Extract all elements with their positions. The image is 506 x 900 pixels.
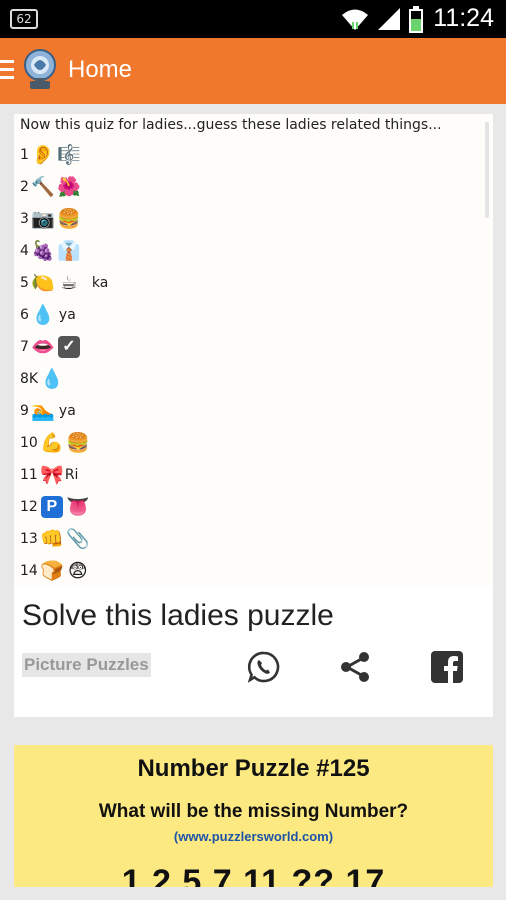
row-number: 11	[20, 467, 38, 483]
number-puzzle-question: What will be the missing Number?	[98, 801, 409, 822]
row-text: Ri	[64, 467, 79, 483]
puzzle-row: 2 🔨 🌺	[20, 172, 82, 202]
paperclip-icon: 📎	[65, 528, 90, 550]
puzzle-row: 14 🍞 😨	[20, 556, 91, 586]
check-box-icon: ✓	[56, 334, 82, 360]
hamburger-icon: 🍔	[57, 208, 81, 230]
puzzle-row: 5 🍋 ☕ ka	[20, 268, 108, 298]
bread-icon: 🍞	[39, 560, 64, 582]
row-number: 14	[20, 563, 38, 579]
camera-icon: 📷	[31, 208, 55, 230]
puzzle-row: 11 🎀 Ri	[20, 460, 78, 490]
row-number: 13	[20, 531, 38, 547]
notification-icon: 62	[10, 9, 38, 29]
row-number: 5	[20, 275, 29, 291]
droplet-icon: 💧	[40, 368, 64, 390]
puzzle-image[interactable]: Now this quiz for ladies...guess these l…	[14, 114, 493, 586]
signal-icon	[378, 8, 400, 30]
number-puzzle-url: (www.puzzlersworld.com)	[173, 829, 334, 844]
number-puzzle-title: Number Puzzle #125	[137, 755, 370, 782]
lemon-icon: 🍋	[31, 272, 55, 294]
image-scrollbar	[485, 122, 489, 218]
number-puzzle-card[interactable]: Number Puzzle #125 What will be the miss…	[14, 745, 493, 887]
puzzle-row: 1 👂 🎼	[20, 140, 82, 170]
row-number: 6	[20, 307, 29, 323]
fearful-face-icon: 😨	[67, 560, 88, 582]
puzzle-row: 4 🍇 👔	[20, 236, 82, 266]
battery-icon	[409, 6, 423, 33]
flexed-biceps-icon: 💪	[39, 432, 64, 454]
puzzle-row: 10 💪 🍔	[20, 428, 91, 458]
clock: 11:24	[433, 4, 494, 32]
row-text: ya	[58, 403, 76, 419]
music-score-icon: 🎼	[57, 144, 81, 166]
row-number: 3	[20, 211, 29, 227]
puzzle-row: 13 👊 📎	[20, 524, 91, 554]
row-number: 2	[20, 179, 29, 195]
hibiscus-icon: 🌺	[57, 176, 81, 198]
share-icon[interactable]	[337, 649, 373, 685]
card-title[interactable]: Solve this ladies puzzle	[22, 599, 334, 633]
hamburger-icon: 🍔	[65, 432, 90, 454]
ear-icon: 👂	[31, 144, 55, 166]
wifi-icon	[342, 9, 368, 30]
parking-sign-icon: P	[39, 494, 65, 520]
menu-icon[interactable]	[0, 60, 16, 82]
category-tag[interactable]: Picture Puzzles	[22, 653, 151, 677]
row-text: ya	[58, 307, 76, 323]
puzzle-row: 7 👄 ✓	[20, 332, 82, 362]
swimmer-icon: 🏊	[31, 400, 55, 422]
puzzle-intro: Now this quiz for ladies...guess these l…	[20, 117, 442, 133]
droplet-icon: 💧	[31, 304, 55, 326]
lips-icon: 👄	[31, 336, 55, 358]
row-number: 8K	[20, 371, 39, 387]
puzzle-row: 3 📷 🍔	[20, 204, 82, 234]
coffee-icon: ☕	[60, 272, 78, 294]
tongue-icon: 👅	[65, 496, 90, 518]
row-number: 4	[20, 243, 29, 259]
puzzle-row: 9 🏊 ya	[20, 396, 76, 426]
row-number: 10	[20, 435, 38, 451]
facebook-icon[interactable]	[429, 649, 465, 685]
ribbon-icon: 🎀	[39, 464, 64, 486]
row-text: ka	[91, 275, 109, 291]
grapes-icon: 🍇	[31, 240, 55, 262]
page-title: Home	[68, 56, 133, 83]
app-bar: Home	[0, 38, 506, 104]
number-sequence: 1 2 5 7 11 ?? 17	[121, 863, 386, 887]
puzzle-row: 8K 💧	[20, 364, 65, 394]
fist-icon: 👊	[39, 528, 64, 550]
row-number: 12	[20, 499, 38, 515]
puzzle-row: 6 💧 ya	[20, 300, 76, 330]
whatsapp-icon[interactable]	[246, 649, 282, 685]
puzzle-row: 12 P 👅	[20, 492, 91, 522]
row-number: 7	[20, 339, 29, 355]
row-number: 9	[20, 403, 29, 419]
puzzle-card[interactable]: Now this quiz for ladies...guess these l…	[14, 114, 493, 717]
status-bar: 62 11:24	[0, 0, 506, 38]
app-logo[interactable]	[22, 47, 58, 93]
hammer-icon: 🔨	[31, 176, 55, 198]
row-number: 1	[20, 147, 29, 163]
necktie-icon: 👔	[57, 240, 81, 262]
